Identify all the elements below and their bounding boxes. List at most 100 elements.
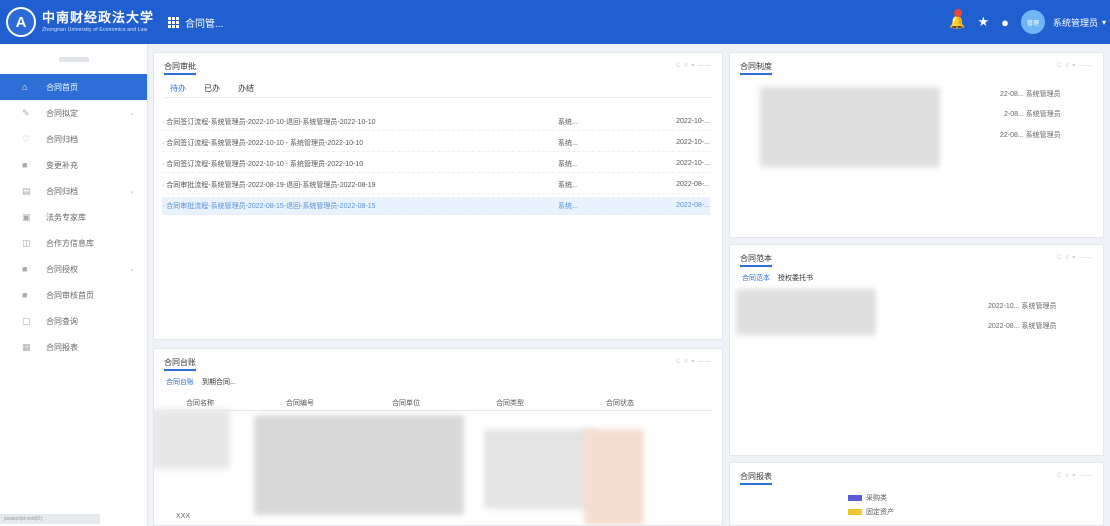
panel-tools[interactable]: C ≡ ▾ —— — [1057, 472, 1093, 479]
sidebar-item-label: 合同归档 — [46, 134, 78, 144]
legend-item[interactable]: 固定资产 — [848, 507, 894, 517]
blurred-content — [736, 289, 876, 335]
chevron-down-icon[interactable]: ▾ — [1102, 18, 1106, 27]
chevron-down-icon: ⌄ — [129, 188, 135, 195]
templates-panel: 合同范本 C ≡ ▾ —— 合同范本 授权委托书 2022-10... 系统管理… — [729, 244, 1104, 456]
col-type: 合同类型 — [496, 400, 524, 407]
tab-done[interactable]: 已办 — [204, 83, 220, 94]
report-icon: ▦ — [22, 341, 31, 352]
sidebar-item[interactable]: ■ 合同授权 ⌄ — [0, 256, 147, 282]
university-logo[interactable]: A 中南财经政法大学 Zhongnan University of Econom… — [0, 7, 176, 37]
blurred-content — [484, 429, 594, 509]
chevron-down-icon: ⌄ — [129, 266, 135, 273]
sidebar-item-label: 变更补充 — [46, 160, 78, 170]
ledger-bottom-text: XXX — [176, 513, 191, 520]
approval-row[interactable]: · 合同审批流程-系统管理员-2022-08-19-退回-系统管理员-2022-… — [162, 176, 710, 194]
sidebar-item-label: 合同授权 — [46, 264, 78, 274]
approval-row[interactable]: · 合同签订流程-系统管理员-2022-10-10-退回-系统管理员-2022-… — [162, 113, 710, 131]
app-switcher-label: 合同管... — [185, 18, 224, 30]
app-switcher[interactable]: 合同管... — [168, 15, 223, 30]
avatar[interactable]: 管理 — [1020, 10, 1045, 34]
panel-tools[interactable]: C ≡ ▾ —— — [676, 358, 712, 365]
blurred-content — [154, 409, 230, 469]
blurred-content — [584, 429, 644, 525]
panel-tools[interactable]: C ≡ ▾ —— — [1057, 254, 1093, 261]
template-row[interactable]: 2022-10... 系统管理员 — [988, 301, 1056, 311]
sidebar-item[interactable]: ■ 变更补充 — [0, 152, 147, 178]
legend-item[interactable]: 采购类 — [848, 493, 887, 503]
templates-title: 合同范本 — [740, 253, 772, 267]
notification-badge — [954, 9, 963, 17]
sidebar-item[interactable]: ■ 合同审核首页 — [0, 282, 147, 308]
approval-sys: 系统... — [558, 139, 578, 147]
tab-expiring[interactable]: 到期合同... — [202, 379, 236, 386]
edit-icon: ✎ — [22, 107, 30, 118]
panel-tools[interactable]: C ≡ ▾ —— — [1057, 62, 1093, 69]
sidebar-item[interactable]: ◫ 合作方信息库 — [0, 230, 147, 256]
approval-title: · 合同审批流程-系统管理员-2022-08-15-退回-系统管理员-2022-… — [162, 202, 376, 210]
legend-label: 采购类 — [866, 495, 887, 502]
tab-todo[interactable]: 待办 — [170, 83, 186, 94]
user-name[interactable]: 系统管理员 — [1053, 16, 1098, 29]
approval-panel: 合同审批 C ≡ ▾ —— 待办 已办 办结 · 合同签订流程-系统管理员-20… — [153, 52, 723, 340]
sidebar-item[interactable]: ▦ 合同报表 — [0, 334, 147, 360]
panel-tools[interactable]: C ≡ ▾ —— — [676, 62, 712, 69]
approval-date: 2022-10-... — [676, 118, 710, 125]
settings-icon[interactable]: ● — [1001, 15, 1009, 30]
expert-icon: ▣ — [22, 211, 31, 222]
sidebar-item-label: 合作方信息库 — [46, 238, 94, 248]
approval-title: 合同审批 — [164, 61, 196, 75]
sidebar-menu: ⌂ 合同首页 ✎ 合同拟定 ⌄ ♡ 合同归档 ■ 变更补充 ▤ 合同归档 ⌄ ▣ 法务专家库 ◫ 合作方信息库… — [0, 74, 147, 360]
regulation-row[interactable]: 2-08... 系统管理员 — [1004, 109, 1061, 119]
tab-ledger[interactable]: 合同台账 — [166, 379, 194, 386]
report-panel: 合同报表 C ≡ ▾ —— 采购类 固定资产 — [729, 462, 1104, 526]
sidebar-item-label: 合同拟定 — [46, 108, 78, 118]
approval-sys: 系统... — [558, 181, 578, 189]
template-row[interactable]: 2022-08... 系统管理员 — [988, 321, 1056, 331]
legend-swatch — [848, 495, 862, 501]
approval-sys: 系统... — [558, 118, 578, 126]
legend-swatch — [848, 509, 862, 515]
sidebar-item[interactable]: ⌂ 合同首页 — [0, 74, 147, 100]
regulation-row[interactable]: 22-08... 系统管理员 — [1000, 130, 1061, 140]
approval-tabs: 待办 已办 办结 — [170, 83, 272, 94]
sidebar-item-label: 合同归档 — [46, 186, 78, 196]
regulations-panel: 合同制度 C ≡ ▾ —— 22-08... 系统管理员 2-08... 系统管… — [729, 52, 1104, 238]
sidebar-item[interactable]: ▤ 合同归档 ⌄ — [0, 178, 147, 204]
approval-row[interactable]: · 合同审批流程-系统管理员-2022-08-15-退回-系统管理员-2022-… — [162, 197, 710, 215]
approval-sys: 系统... — [558, 160, 578, 168]
blurred-content — [760, 87, 940, 167]
authorize-icon: ■ — [22, 264, 28, 274]
sidebar-item-label: 合同审核首页 — [46, 290, 94, 300]
home-icon: ⌂ — [22, 82, 28, 92]
approval-title: · 合同签订流程-系统管理员-2022-10-10 - 系统管理员-2022-1… — [162, 160, 364, 168]
logo-title: 中南财经政法大学 — [42, 10, 155, 26]
grid-icon — [168, 16, 179, 28]
bell-icon[interactable]: 🔔 — [949, 9, 965, 30]
sidebar-item-label: 法务专家库 — [46, 212, 86, 222]
logo-subtitle: Zhongnan University of Economics and Law — [42, 26, 148, 33]
approval-date: 2022-08-... — [676, 202, 710, 209]
regulation-row[interactable]: 22-08... 系统管理员 — [1000, 89, 1061, 99]
chevron-down-icon: ⌄ — [129, 110, 135, 117]
archive-icon: ♡ — [22, 133, 31, 144]
approval-date: 2022-10-... — [676, 139, 710, 146]
report-title: 合同报表 — [740, 471, 772, 485]
sidebar-item[interactable]: ▢ 合同查询 — [0, 308, 147, 334]
approval-row[interactable]: · 合同签订流程-系统管理员-2022-10-10 - 系统管理员-2022-1… — [162, 155, 710, 173]
col-number: 合同编号 — [286, 400, 314, 407]
approval-sys: 系统... — [558, 202, 578, 210]
col-name: 合同名称 — [186, 400, 214, 407]
star-icon[interactable]: ★ — [977, 14, 989, 30]
top-header: A 中南财经政法大学 Zhongnan University of Econom… — [0, 0, 1110, 44]
approval-title: · 合同签订流程-系统管理员-2022-10-10-退回-系统管理员-2022-… — [162, 118, 376, 126]
approval-row[interactable]: · 合同签订流程-系统管理员-2022-10-10 - 系统管理员-2022-1… — [162, 134, 710, 152]
sidebar-item[interactable]: ♡ 合同归档 — [0, 126, 147, 152]
sidebar-item[interactable]: ▣ 法务专家库 — [0, 204, 147, 230]
sidebar-item[interactable]: ✎ 合同拟定 ⌄ — [0, 100, 147, 126]
tab-templates[interactable]: 合同范本 — [742, 275, 770, 282]
sidebar-collapse[interactable] — [0, 44, 147, 74]
tab-completed[interactable]: 办结 — [238, 83, 254, 94]
approval-title: · 合同审批流程-系统管理员-2022-08-19-退回-系统管理员-2022-… — [162, 181, 376, 189]
tab-authorization[interactable]: 授权委托书 — [778, 275, 813, 282]
